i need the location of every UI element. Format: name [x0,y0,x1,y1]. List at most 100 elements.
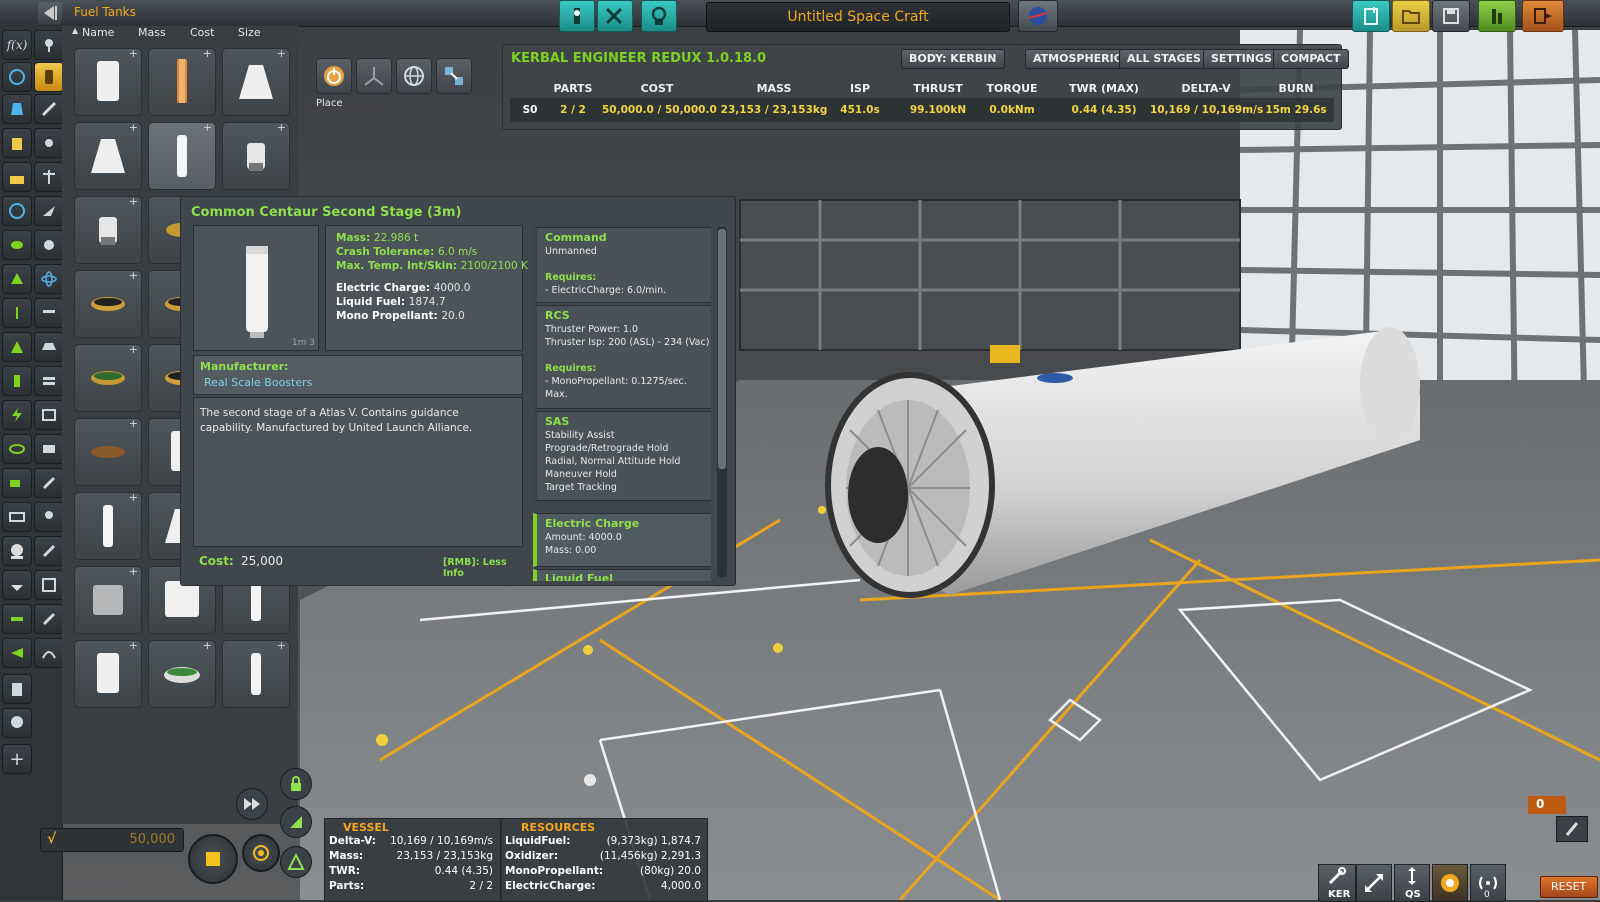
category-decoupler-button[interactable] [34,366,64,396]
ker-all-stages-button[interactable]: ALL STAGES [1119,49,1209,69]
category-thermal-button[interactable] [2,230,32,260]
part-cell[interactable]: + [74,269,142,338]
part-cell[interactable]: + [222,121,290,190]
category-science-button[interactable] [34,230,64,260]
category-ladders-button[interactable] [2,468,32,498]
ker-compact-button[interactable]: COMPACT [1273,49,1349,69]
part-cell[interactable]: + [148,639,216,708]
sort-name-button[interactable]: Name [82,26,114,39]
stage-lock-button[interactable] [1556,816,1588,842]
category-mod-g-button[interactable] [2,674,32,704]
category-rcs-button[interactable] [2,366,32,396]
category-structural-button[interactable] [2,128,32,158]
category-coupling-button[interactable] [34,162,64,192]
part-cell[interactable]: + [148,121,216,190]
category-engines-button[interactable] [2,94,32,124]
symmetry-center-button[interactable] [242,834,280,872]
category-cargo-button[interactable] [2,298,32,328]
save-craft-button[interactable] [1432,0,1470,32]
category-mod-e-button[interactable] [2,638,32,668]
category-lights-button[interactable] [2,400,32,430]
settings-gear-button[interactable] [1432,864,1468,902]
category-fairings-button[interactable] [34,434,64,464]
fast-forward-button[interactable] [236,788,268,820]
category-squad-button[interactable] [2,536,32,566]
category-communication-button[interactable] [34,264,64,294]
category-mod-h-button[interactable] [2,708,32,738]
collapse-parts-button[interactable] [38,2,62,24]
ker-atmospheric-button[interactable]: ATMOSPHERIC [1025,49,1130,69]
symmetry-mode-button[interactable] [280,846,312,878]
new-craft-button[interactable] [1352,0,1390,32]
category-payload-button[interactable] [2,196,32,226]
part-cell[interactable]: + [74,121,142,190]
category-aero-button[interactable] [34,128,64,158]
category-wheels-button[interactable] [2,332,32,362]
part-cell[interactable]: + [148,47,216,116]
category-parachutes-button[interactable] [34,502,64,532]
category-docking-button[interactable] [34,400,64,430]
category-brush-button[interactable] [34,536,64,566]
part-cell[interactable]: + [222,47,290,116]
sort-cost-button[interactable]: Cost [190,26,214,39]
add-category-button[interactable]: + [2,744,32,774]
part-cell[interactable]: + [74,343,142,412]
zoom-fit-button[interactable] [1356,864,1392,902]
part-cell[interactable]: + [74,491,142,560]
load-craft-button[interactable] [1392,0,1430,32]
category-pods-button[interactable] [2,62,32,92]
exit-button[interactable] [1522,0,1564,32]
part-cell[interactable]: + [74,47,142,116]
part-cell[interactable]: + [222,639,290,708]
lock-button[interactable] [280,768,312,800]
tools-button[interactable] [597,0,633,32]
ker-stage-row: S0 2 / 2 50,000.0 / 50,000.0 23,153 / 23… [510,104,1334,122]
category-control-button[interactable] [34,94,64,124]
category-mod-f-button[interactable] [34,638,64,668]
category-landing-button[interactable] [34,332,64,362]
category-mod-c-button[interactable] [2,604,32,634]
angle-snap-button[interactable] [280,806,312,838]
stop-button[interactable] [188,834,238,884]
category-electrical-button[interactable] [2,264,32,294]
quick-search-button[interactable]: QS [1394,864,1430,902]
offset-tool-button[interactable] [356,58,392,94]
part-cell[interactable]: + [74,565,142,634]
category-ground-button[interactable] [34,196,64,226]
category-mod-b-button[interactable] [34,570,64,600]
rmb-hint: [RMB]: Less Info [443,557,507,579]
filter-function-button[interactable]: f(x) [2,30,32,60]
category-mod-d-button[interactable] [34,604,64,634]
sort-size-button[interactable]: Size [238,26,261,39]
module-scrollbar[interactable] [717,227,727,577]
part-cell[interactable]: + [74,417,142,486]
category-fuel-tanks-button[interactable] [34,62,64,92]
ker-toggle-button[interactable]: KER [1318,864,1356,902]
crew-button[interactable] [641,0,677,32]
launch-button[interactable] [1478,0,1516,32]
sort-mass-button[interactable]: Mass [138,26,166,39]
part-size-label: 1m 3 [291,338,315,348]
craft-name-field[interactable]: Untitled Space Craft [706,2,1010,32]
ker-body-button[interactable]: BODY: KERBIN [901,49,1005,69]
part-preview: 1m 3 [193,225,319,351]
category-robotics-button[interactable] [34,298,64,328]
flag-button[interactable] [1018,0,1058,32]
place-tool-button[interactable] [316,58,352,94]
part-thumbnail-icon [97,653,119,693]
part-cell[interactable]: + [74,195,142,264]
rotate-tool-button[interactable] [396,58,432,94]
root-tool-button[interactable] [436,58,472,94]
category-trusses-button[interactable] [2,502,32,532]
scrollbar-thumb[interactable] [718,229,726,469]
filter-pod-button[interactable] [34,30,64,60]
vab-mode-button[interactable] [559,0,595,32]
comm-network-button[interactable]: 0 [1470,864,1506,902]
category-utility-button[interactable] [2,162,32,192]
category-mod-a-button[interactable] [2,570,32,600]
category-solar-button[interactable] [2,434,32,464]
ker-settings-button[interactable]: SETTINGS [1203,49,1280,69]
reset-button[interactable]: RESET [1540,876,1598,898]
part-cell[interactable]: + [74,639,142,708]
category-tools-button[interactable] [34,468,64,498]
